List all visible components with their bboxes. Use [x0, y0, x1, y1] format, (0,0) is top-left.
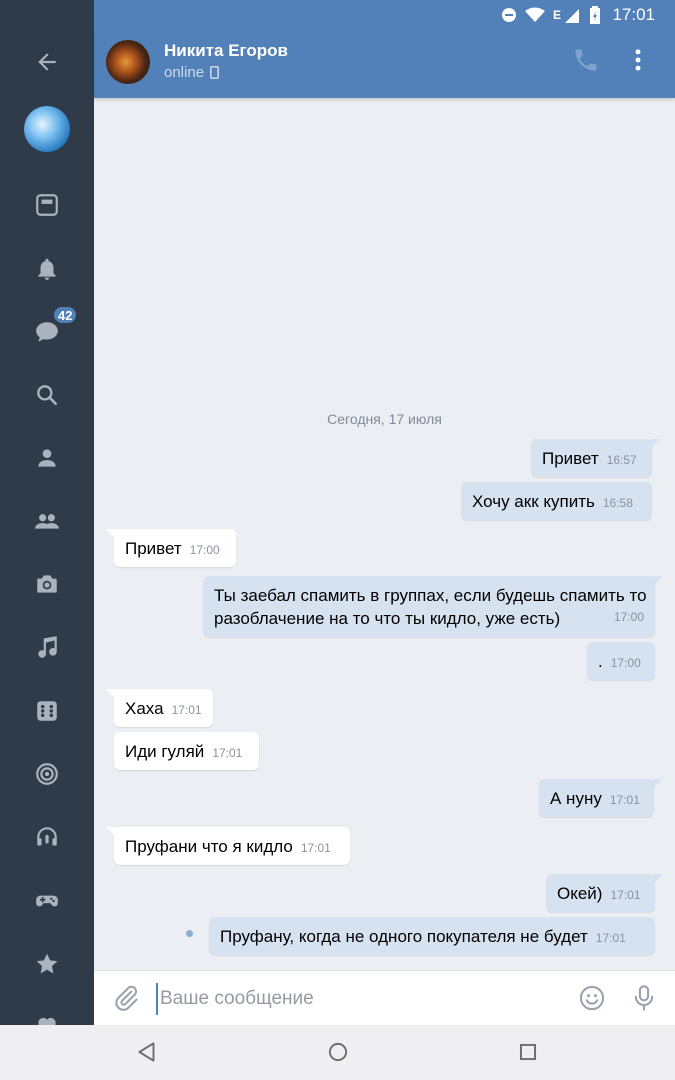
message-incoming[interactable]: Привет 17:00	[106, 529, 236, 567]
online-status-text: online	[164, 64, 205, 81]
date-separator: Сегодня, 17 июля	[327, 411, 442, 427]
wifi-icon	[524, 7, 545, 22]
microphone-icon[interactable]	[630, 984, 658, 1012]
message-text: .	[598, 652, 603, 671]
status-icons: E	[501, 6, 601, 24]
bubble-tail	[106, 529, 116, 539]
sidebar-item-gamepad[interactable]	[0, 876, 94, 926]
arrow-left-icon	[38, 53, 56, 71]
sidebar-item-notifications[interactable]	[0, 244, 94, 294]
emoji-icon[interactable]	[578, 984, 606, 1012]
sidebar-item-search[interactable]	[0, 370, 94, 420]
message-outgoing[interactable]: . 17:00	[587, 642, 655, 680]
bubble-tail	[106, 689, 116, 699]
sidebar: 42	[0, 0, 94, 1035]
message-time: 16:58	[602, 496, 633, 510]
bell-icon	[38, 258, 56, 280]
music-note-icon	[38, 636, 57, 658]
contact-avatar[interactable]	[106, 40, 150, 84]
do-not-disturb-icon	[501, 8, 516, 22]
people-icon	[35, 514, 59, 529]
system-nav-bar	[0, 1025, 675, 1080]
message-outgoing[interactable]: Привет 16:57	[531, 439, 660, 477]
message-outgoing[interactable]: А нуну 17:01	[539, 779, 662, 817]
message-input[interactable]	[156, 983, 562, 1015]
sidebar-item-groups[interactable]	[0, 496, 94, 546]
messages-count-badge: 42	[52, 305, 79, 325]
signal-icon	[565, 9, 579, 23]
star-icon	[36, 953, 58, 974]
message-text: Привет	[125, 539, 182, 558]
message-time: 17:01	[595, 931, 626, 945]
sidebar-item-podcasts[interactable]	[0, 812, 94, 862]
gamepad-icon	[36, 895, 58, 907]
newsfeed-icon	[36, 194, 58, 216]
status-time: 17:01	[612, 5, 655, 24]
message-text: Пруфани что я кидло	[125, 837, 293, 856]
message-time: 16:57	[606, 453, 637, 467]
message-outgoing[interactable]: Окей) 17:01	[546, 874, 663, 912]
bubble-tail	[650, 439, 660, 449]
message-composer	[94, 970, 675, 1026]
bubble-tail	[653, 874, 663, 884]
message-incoming[interactable]: Хаха 17:01	[106, 689, 213, 727]
more-vertical-icon[interactable]	[624, 46, 652, 74]
camera-icon	[37, 575, 57, 593]
message-text: Окей)	[557, 884, 603, 903]
phone-icon[interactable]	[572, 46, 600, 74]
back-triangle-icon[interactable]	[134, 1039, 160, 1065]
sidebar-item-news[interactable]	[0, 180, 94, 230]
search-icon	[37, 385, 57, 405]
sidebar-item-friends[interactable]	[0, 433, 94, 483]
contact-name[interactable]: Никита Егоров	[164, 41, 288, 61]
message-text: Привет	[542, 449, 599, 468]
back-button[interactable]	[0, 37, 94, 87]
status-bar: E 17:01	[94, 0, 675, 30]
sidebar-item-photos[interactable]	[0, 559, 94, 609]
contact-status: online	[164, 64, 219, 81]
message-time: 17:01	[300, 841, 331, 855]
bubble-tail	[106, 827, 116, 837]
home-circle-icon[interactable]	[325, 1039, 351, 1065]
message-time: 17:01	[171, 703, 202, 717]
chat-header: Никита Егоров online	[94, 30, 675, 98]
target-icon	[36, 763, 58, 785]
message-time: 17:00	[610, 656, 641, 670]
sidebar-item-bookmarks[interactable]	[0, 939, 94, 989]
paperclip-icon[interactable]	[112, 984, 140, 1012]
message-text: А нуну	[550, 789, 602, 808]
message-time: 17:01	[609, 793, 640, 807]
sidebar-item-games[interactable]	[0, 686, 94, 736]
message-outgoing[interactable]: Хочу акк купить 16:58	[461, 482, 652, 520]
bubble-tail	[652, 779, 662, 789]
sidebar-item-music[interactable]	[0, 622, 94, 672]
dice-icon	[37, 701, 57, 721]
chat-area[interactable]: Сегодня, 17 июля Привет 16:57 Хочу акк ку…	[94, 98, 675, 970]
sidebar-item-messages[interactable]	[0, 307, 94, 357]
message-time: 17:01	[212, 746, 243, 760]
person-icon	[38, 449, 56, 467]
network-type: E	[552, 8, 561, 22]
headphones-icon	[37, 827, 57, 846]
message-text: Хочу акк купить	[472, 492, 595, 511]
battery-icon	[590, 6, 600, 24]
mobile-phone-icon	[210, 66, 219, 79]
sidebar-item-live[interactable]	[0, 749, 94, 799]
user-avatar[interactable]	[24, 106, 70, 152]
message-text: Пруфану, когда не одного покупателя не б…	[220, 927, 588, 946]
message-text: Хаха	[125, 699, 164, 718]
message-outgoing[interactable]: Ты заебал спамить в группах, если будешь…	[203, 576, 663, 637]
message-incoming[interactable]: Иди гуляй 17:01	[114, 732, 259, 770]
message-incoming[interactable]: Пруфани что я кидло 17:01	[106, 827, 350, 865]
message-time: 17:00	[189, 543, 220, 557]
message-text: Ты заебал спамить в группах, если будешь…	[214, 586, 647, 628]
recents-square-icon[interactable]	[515, 1039, 541, 1065]
message-time: 17:01	[610, 888, 641, 902]
message-time: 17:00	[613, 610, 644, 624]
message-outgoing[interactable]: Пруфану, когда не одного покупателя не б…	[209, 917, 655, 955]
bubble-tail	[653, 576, 663, 586]
message-text: Иди гуляй	[125, 742, 205, 761]
unread-indicator	[186, 930, 193, 937]
